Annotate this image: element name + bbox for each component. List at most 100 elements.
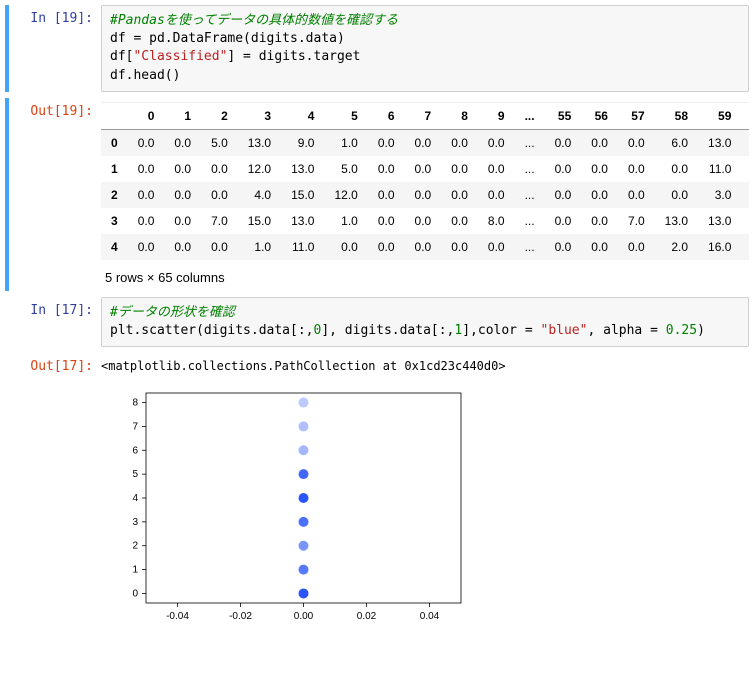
- table-cell: 16.0: [698, 234, 741, 260]
- table-col-header: 55: [545, 103, 582, 130]
- table-cell: ...: [515, 208, 545, 234]
- table-cell: ...: [515, 234, 545, 260]
- code-line: df[: [110, 49, 133, 64]
- table-cell: 1.0: [324, 129, 367, 156]
- table-cell: 0.0: [581, 234, 618, 260]
- cell-17-output: Out[17]: <matplotlib.collections.PathCol…: [5, 353, 749, 633]
- table-cell: 0.0: [441, 156, 478, 182]
- table-cell: 12.0: [324, 182, 367, 208]
- table-cell: 15.0: [238, 208, 281, 234]
- table-row: 20.00.00.04.015.012.00.00.00.00.0...0.00…: [101, 182, 749, 208]
- code-input-19[interactable]: #Pandasを使ってデータの具体的数値を確認する df = pd.DataFr…: [101, 5, 749, 92]
- table-cell: 0.0: [201, 182, 238, 208]
- table-cell: 0.0: [441, 129, 478, 156]
- table-cell: 0.0: [655, 156, 698, 182]
- table-cell: 11.0: [741, 182, 749, 208]
- code-line: plt.scatter(digits.data[:,: [110, 323, 314, 338]
- code-comment: #Pandasを使ってデータの具体的数値を確認する: [110, 13, 398, 28]
- table-cell: 0.0: [368, 156, 405, 182]
- table-cell: 1.0: [324, 208, 367, 234]
- table-header-row: 0123456789...555657585960616263: [101, 103, 749, 130]
- table-cell: 0.0: [164, 182, 201, 208]
- table-cell: 0.0: [368, 208, 405, 234]
- code-line: , alpha =: [587, 323, 665, 338]
- table-cell: 13.0: [281, 156, 324, 182]
- table-cell: 0.0: [545, 156, 582, 182]
- svg-text:1: 1: [132, 565, 138, 576]
- table-cell: 15.0: [281, 182, 324, 208]
- table-cell: 0.0: [405, 182, 442, 208]
- table-cell: 0.0: [368, 129, 405, 156]
- table-cell: 4.0: [238, 182, 281, 208]
- table-cell: 0.0: [405, 234, 442, 260]
- table-cell: 7.0: [618, 208, 655, 234]
- table-cell: 0.0: [128, 156, 165, 182]
- table-cell: 0.0: [441, 182, 478, 208]
- table-cell: 11.0: [281, 234, 324, 260]
- table-row-index: 1: [101, 156, 128, 182]
- table-col-header: 2: [201, 103, 238, 130]
- table-row: 30.00.07.015.013.01.00.00.00.08.0...0.00…: [101, 208, 749, 234]
- table-col-header: 3: [238, 103, 281, 130]
- table-cell: 13.0: [698, 208, 741, 234]
- cell-19-output-body: 0123456789...555657585960616263 00.00.05…: [101, 98, 749, 291]
- table-cell: 0.0: [164, 156, 201, 182]
- table-cell: 0.0: [581, 182, 618, 208]
- table-cell: 0.0: [405, 156, 442, 182]
- table-cell: 0.0: [478, 156, 515, 182]
- table-cell: 0.0: [368, 234, 405, 260]
- table-cell: 0.0: [618, 234, 655, 260]
- cell-17-body: #データの形状を確認 plt.scatter(digits.data[:,0],…: [101, 297, 749, 347]
- table-col-header: 1: [164, 103, 201, 130]
- scatter-plot: -0.04-0.020.000.020.04012345678: [101, 383, 471, 633]
- dataframe-scroll[interactable]: 0123456789...555657585960616263 00.00.05…: [101, 102, 749, 260]
- table-cell: 0.0: [368, 182, 405, 208]
- cell-19-output: Out[19]: 0123456789...555657585960616263…: [5, 98, 749, 291]
- table-cell: 0.0: [545, 182, 582, 208]
- table-cell: 0.0: [618, 156, 655, 182]
- table-cell: 0.0: [581, 208, 618, 234]
- svg-text:2: 2: [132, 541, 138, 552]
- cell-17: In [17]: #データの形状を確認 plt.scatter(digits.d…: [5, 297, 749, 347]
- table-col-header: 8: [441, 103, 478, 130]
- table-cell: ...: [515, 156, 545, 182]
- svg-text:-0.04: -0.04: [166, 611, 189, 622]
- code-string: "blue": [541, 323, 588, 338]
- table-cell: 0.0: [324, 234, 367, 260]
- table-cell: 0.0: [128, 234, 165, 260]
- table-cell: 0.0: [405, 129, 442, 156]
- table-row: 40.00.00.01.011.00.00.00.00.00.0...0.00.…: [101, 234, 749, 260]
- out-prompt-17: Out[17]:: [13, 353, 101, 633]
- table-cell: 16.0: [741, 156, 749, 182]
- table-cell: 2.0: [655, 234, 698, 260]
- table-cell: 0.0: [201, 156, 238, 182]
- code-comment: #データの形状を確認: [110, 305, 235, 320]
- table-col-header: [101, 103, 128, 130]
- table-cell: 0.0: [405, 208, 442, 234]
- table-cell: 0.0: [201, 234, 238, 260]
- out-prompt-19: Out[19]:: [13, 98, 101, 291]
- code-line: ], digits.data[:,: [321, 323, 454, 338]
- table-cell: 13.0: [655, 208, 698, 234]
- in-prompt-17: In [17]:: [13, 297, 101, 347]
- output-repr: <matplotlib.collections.PathCollection a…: [101, 353, 749, 379]
- table-cell: 0.0: [128, 208, 165, 234]
- cell-17-output-body: <matplotlib.collections.PathCollection a…: [101, 353, 749, 633]
- table-row-index: 0: [101, 129, 128, 156]
- table-cell: 3.0: [698, 182, 741, 208]
- table-cell: 0.0: [128, 129, 165, 156]
- table-col-header: 56: [581, 103, 618, 130]
- code-input-17[interactable]: #データの形状を確認 plt.scatter(digits.data[:,0],…: [101, 297, 749, 347]
- table-cell: 0.0: [545, 208, 582, 234]
- table-col-header: 6: [368, 103, 405, 130]
- table-cell: 13.0: [238, 129, 281, 156]
- table-cell: 10.0: [741, 129, 749, 156]
- code-line: ],color =: [462, 323, 540, 338]
- table-cell: 11.0: [698, 156, 741, 182]
- table-cell: 0.0: [581, 129, 618, 156]
- table-row: 00.00.05.013.09.01.00.00.00.00.0...0.00.…: [101, 129, 749, 156]
- code-string: "Classified": [133, 49, 227, 64]
- table-cell: 9.0: [741, 208, 749, 234]
- table-cell: 1.0: [238, 234, 281, 260]
- table-col-header: 4: [281, 103, 324, 130]
